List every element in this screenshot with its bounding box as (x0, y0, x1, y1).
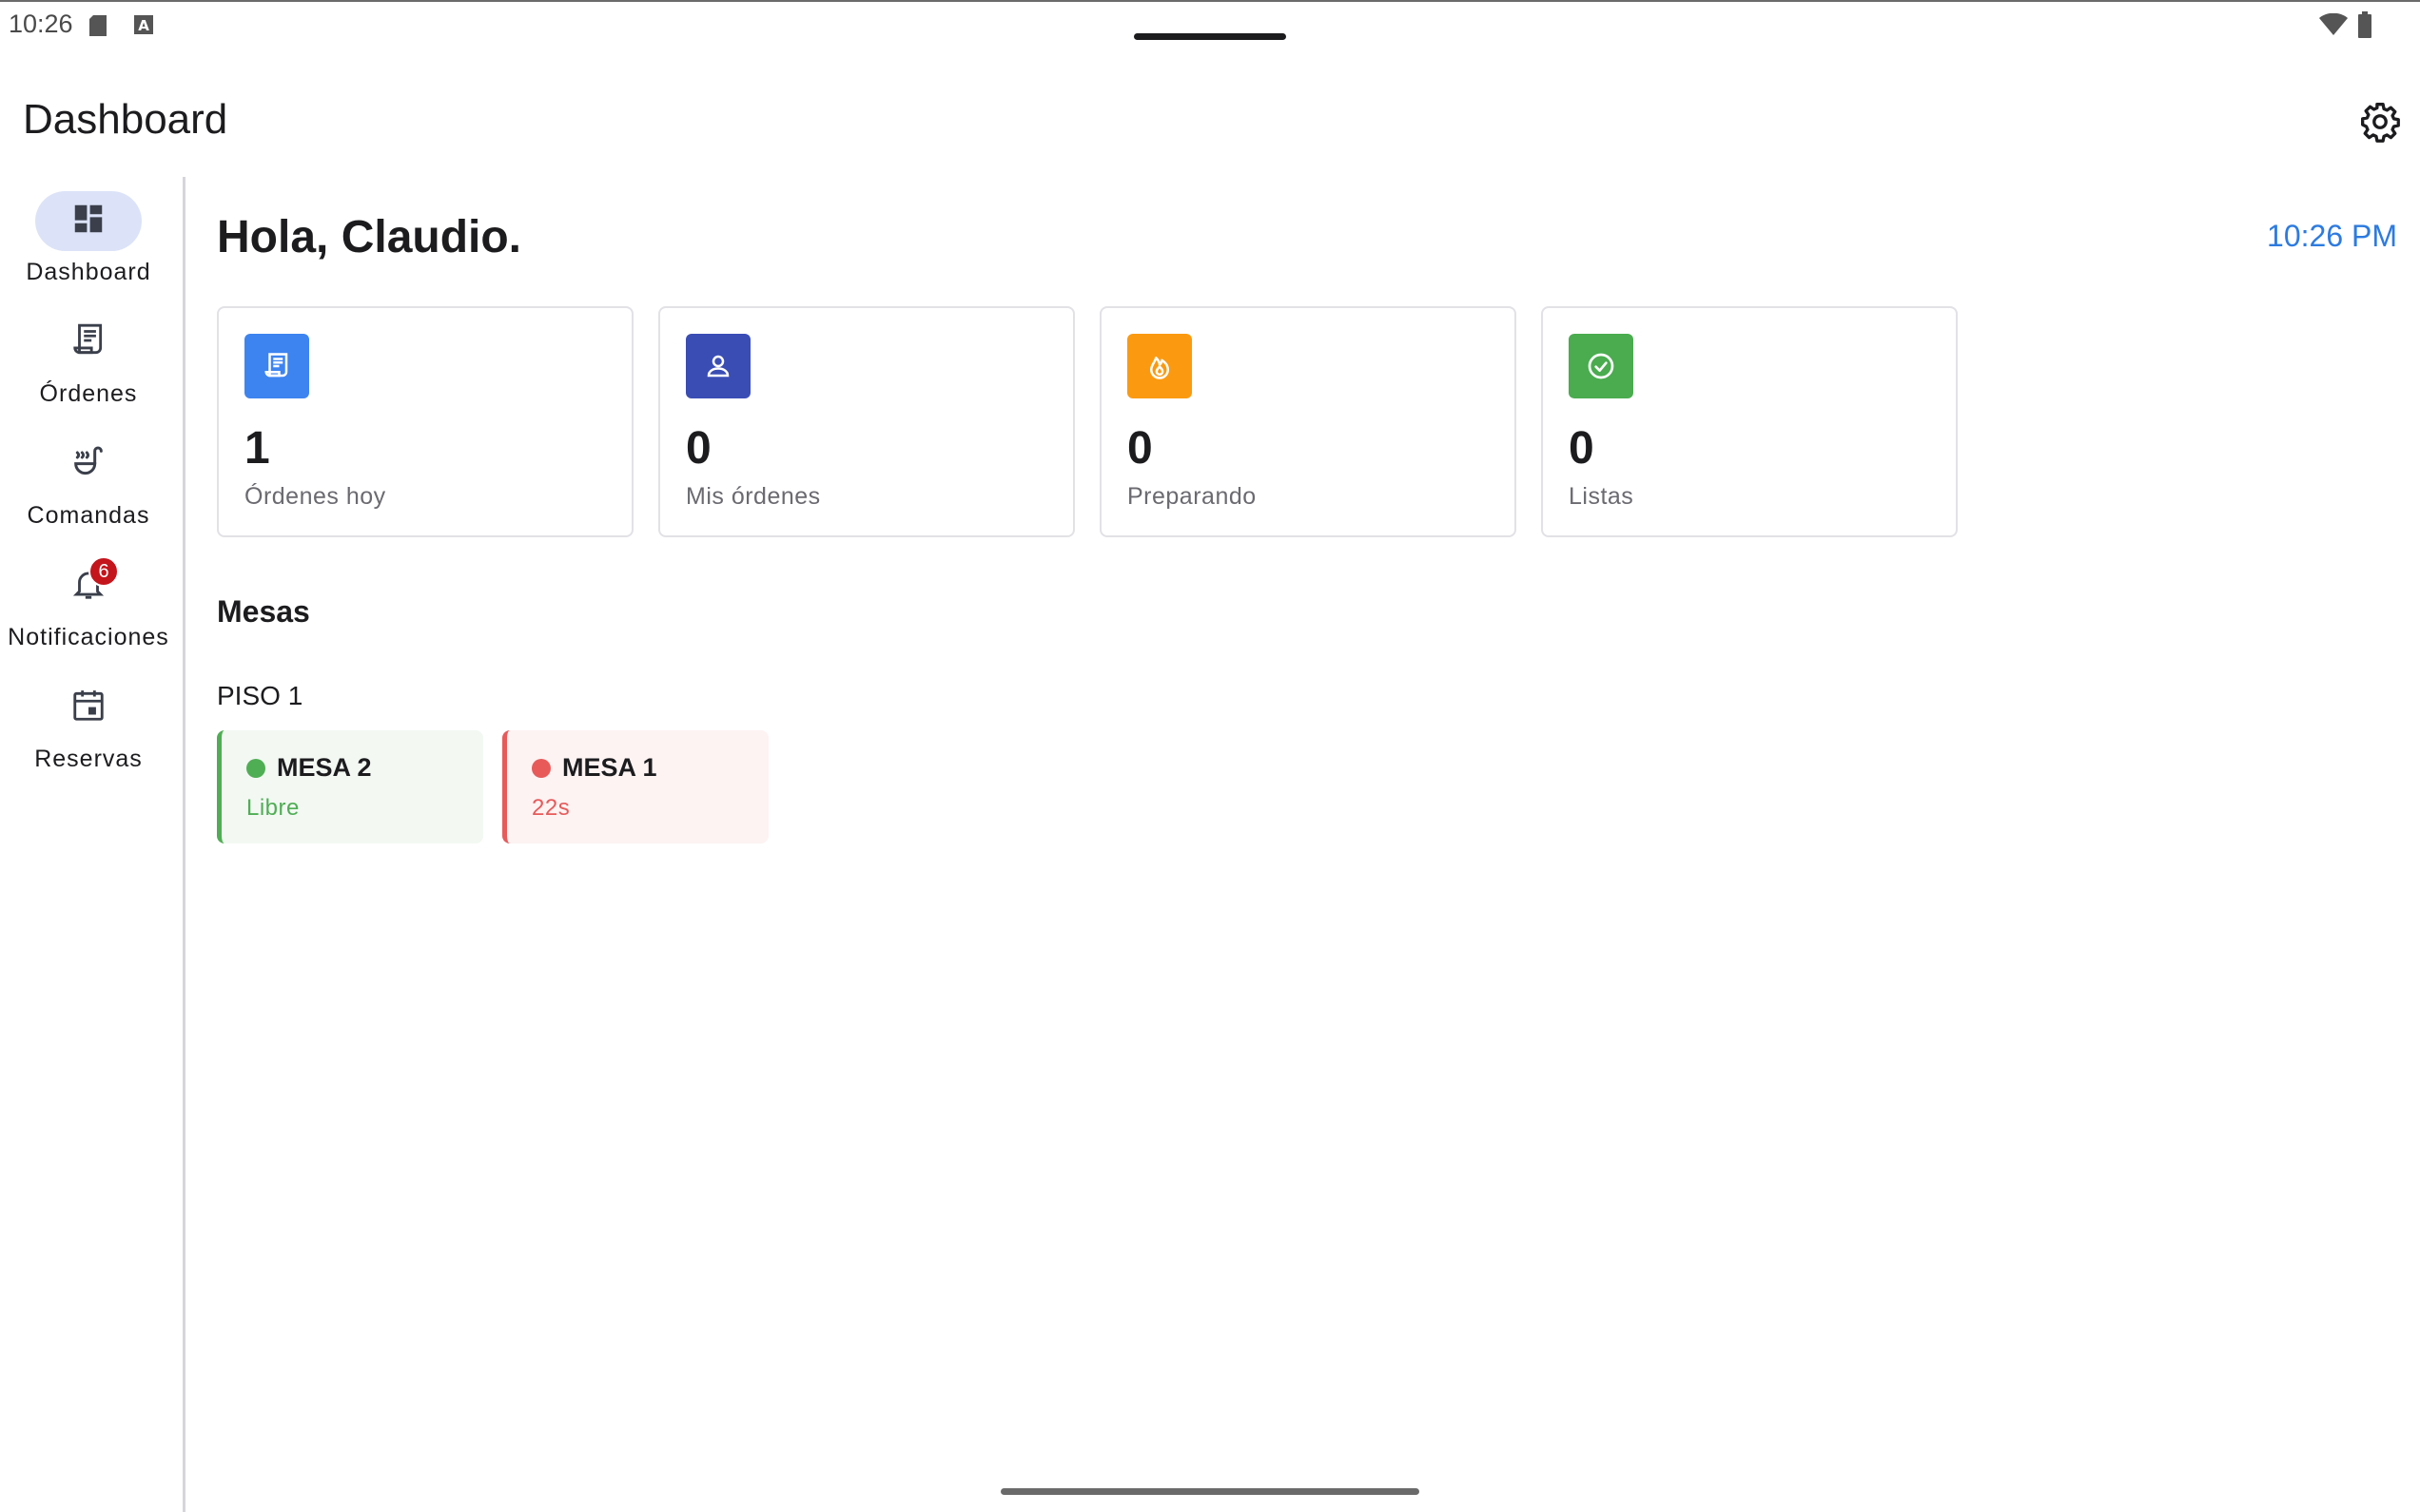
battery-icon (2357, 11, 2372, 43)
receipt-icon (244, 334, 309, 398)
greeting-heading: Hola, Claudio. (217, 212, 522, 262)
sd-card-icon (88, 14, 108, 42)
nav-item-reservas[interactable]: Reservas (0, 664, 177, 772)
status-dot (532, 759, 551, 778)
svg-text:A: A (138, 17, 149, 34)
current-time: 10:26 PM (2267, 219, 2397, 253)
stat-label: Listas (1569, 483, 1634, 510)
status-time: 10:26 (9, 10, 73, 38)
drag-handle[interactable] (1134, 33, 1286, 40)
nav-item-comandas[interactable]: Comandas (0, 420, 177, 529)
nav-label-notificaciones: Notificaciones (8, 624, 169, 650)
gear-icon (2359, 101, 2401, 147)
dashboard-icon (70, 201, 107, 242)
soup-kitchen-icon (69, 443, 107, 486)
receipt-icon (70, 321, 107, 364)
page-title: Dashboard (23, 96, 228, 143)
stat-label: Mis órdenes (686, 483, 821, 510)
nav-item-notificaciones[interactable]: 6 Notificaciones (0, 542, 177, 650)
stat-card-preparando[interactable]: 0 Preparando (1100, 306, 1516, 537)
wifi-icon (2319, 12, 2348, 41)
nav-item-dashboard[interactable]: Dashboard (0, 177, 177, 285)
table-name: MESA 1 (562, 753, 657, 782)
navigation-rail: Dashboard Órdenes Comandas 6 Notificacio… (0, 177, 185, 1512)
stat-value: 0 (1127, 423, 1153, 474)
stat-value: 1 (244, 423, 270, 474)
table-card-mesa-1[interactable]: MESA 1 22s (502, 730, 769, 843)
table-card-mesa-2[interactable]: MESA 2 Libre (217, 730, 483, 843)
fire-icon (1127, 334, 1192, 398)
keyboard-a-icon: A (133, 14, 154, 40)
calendar-icon (70, 687, 107, 729)
check-circle-icon (1569, 334, 1633, 398)
section-title-mesas: Mesas (217, 594, 310, 629)
nav-icon-wrap (35, 435, 142, 494)
nav-item-ordenes[interactable]: Órdenes (0, 299, 177, 407)
status-dot (246, 759, 265, 778)
nav-label-ordenes: Órdenes (39, 380, 138, 407)
home-indicator[interactable] (1001, 1488, 1419, 1495)
status-bar: 10:26 A (0, 0, 2420, 51)
nav-active-indicator (35, 191, 142, 251)
nav-icon-wrap (35, 678, 142, 738)
settings-button[interactable] (2355, 99, 2405, 148)
table-status: Libre (246, 795, 300, 821)
floor-title: PISO 1 (217, 681, 303, 710)
table-name: MESA 2 (277, 753, 372, 782)
stat-value: 0 (686, 423, 712, 474)
nav-label-comandas: Comandas (27, 502, 150, 529)
stat-label: Preparando (1127, 483, 1257, 510)
stat-value: 0 (1569, 423, 1594, 474)
notification-badge: 6 (88, 556, 119, 587)
stat-card-mis-ordenes[interactable]: 0 Mis órdenes (658, 306, 1075, 537)
person-icon (686, 334, 751, 398)
nav-label-dashboard: Dashboard (26, 259, 151, 285)
nav-icon-wrap (35, 313, 142, 373)
table-status: 22s (532, 795, 571, 821)
stat-card-ordenes-hoy[interactable]: 1 Órdenes hoy (217, 306, 634, 537)
stat-label: Órdenes hoy (244, 483, 386, 510)
stat-card-listas[interactable]: 0 Listas (1541, 306, 1958, 537)
nav-label-reservas: Reservas (34, 746, 143, 772)
